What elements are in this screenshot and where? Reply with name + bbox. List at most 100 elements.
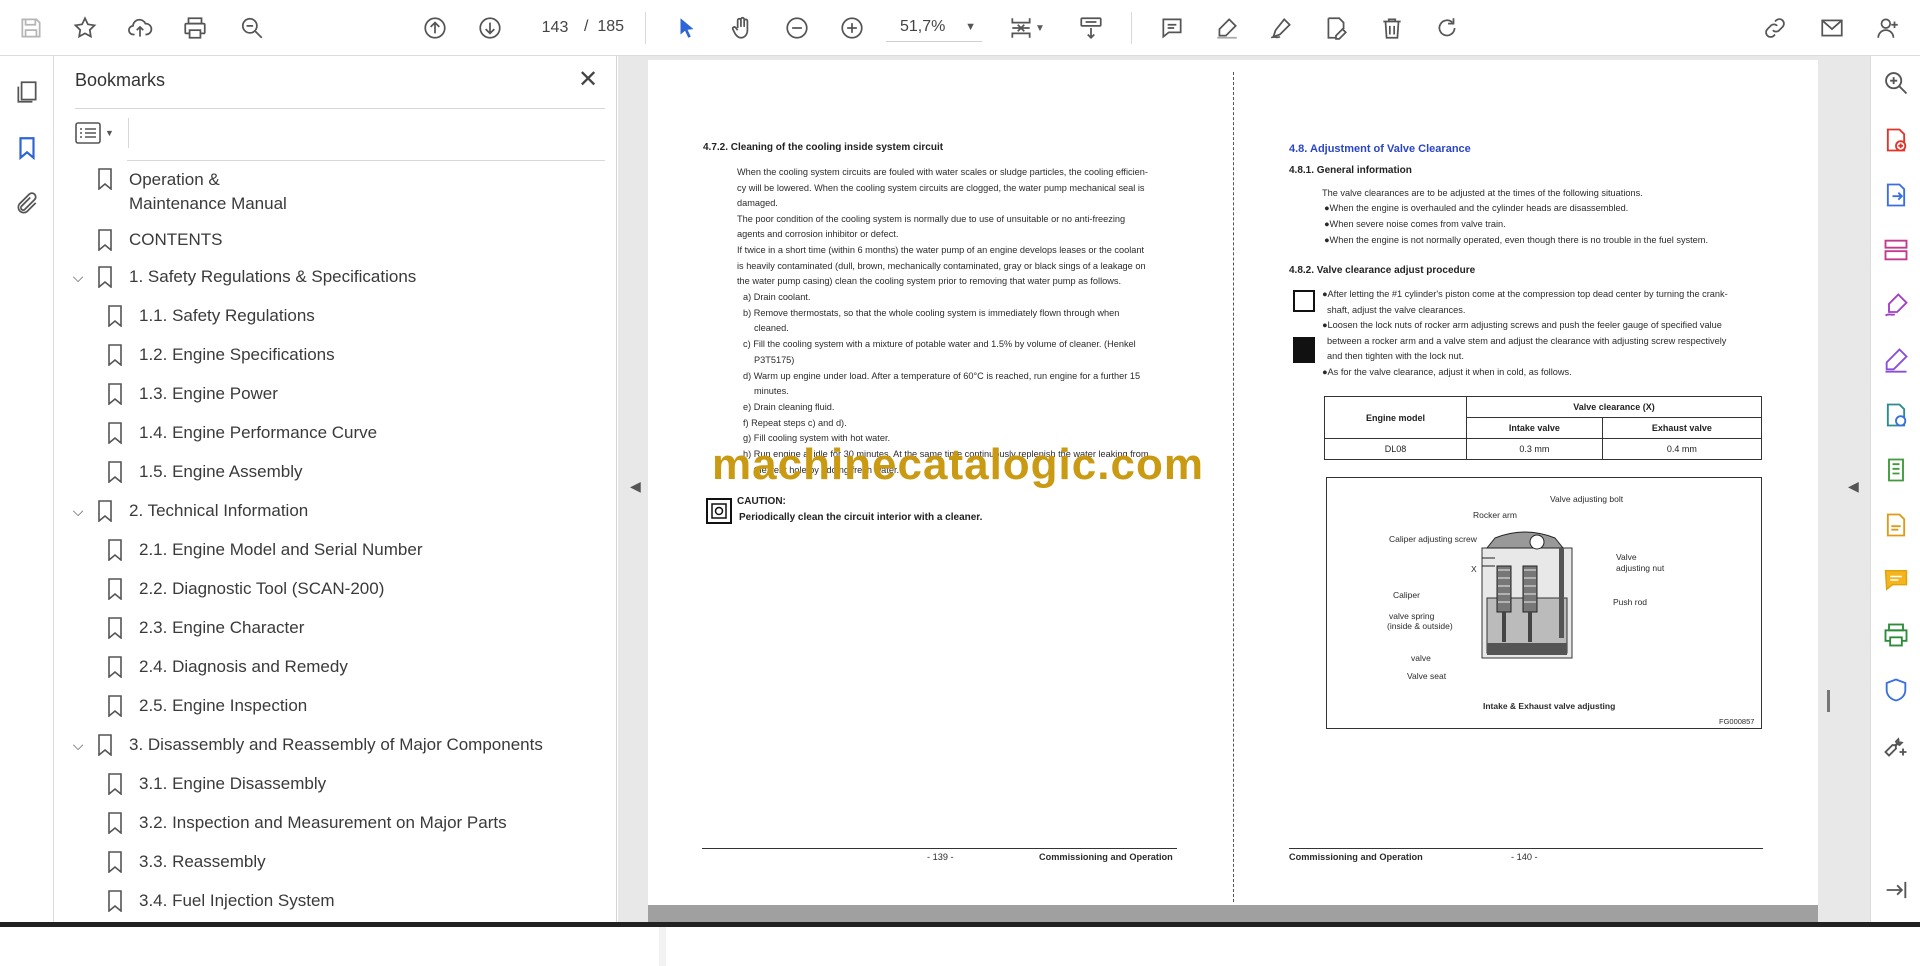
left-navigation-rail xyxy=(0,56,54,922)
create-pdf-icon[interactable] xyxy=(1880,124,1912,156)
bookmark-icon xyxy=(108,773,122,795)
page-divider xyxy=(1233,72,1234,902)
bookmark-item[interactable]: ⌵ 1. Safety Regulations & Specifications xyxy=(67,261,416,293)
hand-icon[interactable] xyxy=(727,13,757,43)
body-line: The poor condition of the cooling system… xyxy=(737,213,1126,224)
step-line: f) Repeat steps c) and d). xyxy=(743,417,847,428)
option-divider xyxy=(128,118,129,148)
export-pdf-icon[interactable] xyxy=(1880,179,1912,211)
highlight-icon[interactable] xyxy=(1212,13,1242,43)
bookmark-item[interactable]: 1.5. Engine Assembly xyxy=(87,456,302,488)
chevron-down-icon[interactable]: ⌵ xyxy=(67,737,89,754)
compress-icon[interactable] xyxy=(1880,454,1912,486)
organize-pages-icon[interactable] xyxy=(1880,234,1912,266)
bookmark-item[interactable]: 2.1. Engine Model and Serial Number xyxy=(87,534,423,566)
expand-panel-icon[interactable] xyxy=(1880,874,1912,906)
fit-page-icon[interactable] xyxy=(1006,13,1036,43)
step-line: e) Drain cleaning fluid. xyxy=(743,401,835,412)
step-line: cleaned. xyxy=(754,323,789,334)
scroll-mode-icon[interactable] xyxy=(1076,13,1106,43)
bookmark-label: 2.1. Engine Model and Serial Number xyxy=(139,540,423,559)
step-line: P3T5175) xyxy=(754,354,795,365)
bookmark-item[interactable]: 1.3. Engine Power xyxy=(87,378,278,410)
page-down-icon[interactable] xyxy=(475,13,505,43)
bookmark-item[interactable]: Operation & Maintenance Manual xyxy=(67,168,287,218)
bookmark-item[interactable]: 2.2. Diagnostic Tool (SCAN-200) xyxy=(87,573,384,605)
chevron-down-icon[interactable]: ⌵ xyxy=(67,269,89,286)
fit-dropdown-caret[interactable]: ▼ xyxy=(1033,13,1047,43)
combine-icon[interactable] xyxy=(1880,399,1912,431)
bookmark-icon[interactable] xyxy=(11,132,43,164)
figure-label: (inside & outside) xyxy=(1387,621,1453,631)
sign-icon[interactable] xyxy=(1266,13,1296,43)
edit-pdf-icon[interactable] xyxy=(1880,344,1912,376)
edit-icon[interactable] xyxy=(1321,13,1351,43)
caution-text: Periodically clean the circuit interior … xyxy=(739,512,983,523)
chevron-down-icon[interactable]: ⌵ xyxy=(67,503,89,520)
body-line: cy will be lowered. When the cooling sys… xyxy=(737,182,1145,193)
star-icon[interactable] xyxy=(70,13,100,43)
bookmark-item[interactable]: CONTENTS xyxy=(67,224,223,256)
comment-icon[interactable] xyxy=(1880,564,1912,596)
collapse-left-panel-icon[interactable]: ◀ xyxy=(630,478,641,495)
bookmark-icon xyxy=(108,851,122,873)
mail-icon[interactable] xyxy=(1817,13,1847,43)
bookmark-item[interactable]: 2.3. Engine Character xyxy=(87,612,304,644)
bookmark-item[interactable]: 3.1. Engine Disassembly xyxy=(87,768,326,800)
figure-label: Valve xyxy=(1616,552,1637,562)
bookmark-label: 2.4. Diagnosis and Remedy xyxy=(139,657,348,676)
upload-icon[interactable] xyxy=(125,13,155,43)
zoom-level-select[interactable]: 51,7% ▼ xyxy=(886,12,982,42)
share-link-icon[interactable] xyxy=(1760,13,1790,43)
zoom-in-icon[interactable] xyxy=(837,13,867,43)
select-arrow-icon[interactable] xyxy=(672,13,702,43)
account-icon[interactable] xyxy=(1873,13,1903,43)
collapse-right-panel-icon[interactable]: ◀ xyxy=(1848,478,1859,495)
bookmark-icon xyxy=(108,656,122,678)
bookmark-item[interactable]: 1.2. Engine Specifications xyxy=(87,339,335,371)
footer-rule xyxy=(1289,848,1763,849)
save-icon[interactable] xyxy=(16,13,46,43)
step-line: minutes. xyxy=(754,386,789,397)
protect-icon[interactable] xyxy=(1880,674,1912,706)
chevron-down-icon: ▼ xyxy=(965,21,976,33)
bookmark-icon xyxy=(98,734,112,756)
zoom-icon[interactable] xyxy=(1880,67,1912,99)
comment-icon[interactable] xyxy=(1157,13,1187,43)
figure-label: Caliper adjusting screw xyxy=(1389,534,1477,544)
bookmark-item[interactable]: 3.2. Inspection and Measurement on Major… xyxy=(87,807,507,839)
zoom-search-icon[interactable] xyxy=(237,13,267,43)
print-icon[interactable] xyxy=(180,13,210,43)
figure-label: adjusting nut xyxy=(1616,563,1665,573)
bookmark-item[interactable]: 1.4. Engine Performance Curve xyxy=(87,417,377,449)
bookmark-item[interactable]: 2.4. Diagnosis and Remedy xyxy=(87,651,348,683)
bookmark-item[interactable]: ⌵ 2. Technical Information xyxy=(67,495,308,527)
delete-icon[interactable] xyxy=(1377,13,1407,43)
bookmark-item[interactable]: 3.3. Reassembly xyxy=(87,846,266,878)
bookmark-icon xyxy=(108,812,122,834)
scan-icon[interactable] xyxy=(1880,509,1912,541)
close-icon[interactable]: ✕ xyxy=(575,68,601,94)
viewer-scrollbar-thumb[interactable] xyxy=(1827,690,1830,712)
bookmark-options-button[interactable]: ▼ xyxy=(75,118,121,148)
intro-text: The valve clearances are to be adjusted … xyxy=(1322,188,1643,198)
pages-icon[interactable] xyxy=(11,76,43,108)
body-line: the water pump casing) clean the cooling… xyxy=(737,276,1122,287)
bookmark-item[interactable]: ⌵ 3. Disassembly and Reassembly of Major … xyxy=(67,729,543,761)
current-page-input[interactable]: 143 xyxy=(530,12,580,42)
bookmark-icon xyxy=(108,422,122,444)
bookmark-item[interactable]: 1.1. Safety Regulations xyxy=(87,300,315,332)
rotate-icon[interactable] xyxy=(1432,13,1462,43)
print-production-icon[interactable] xyxy=(1880,619,1912,651)
valve-figure: Valve adjusting bolt Rocker arm Caliper … xyxy=(1326,477,1762,729)
more-tools-icon[interactable] xyxy=(1880,729,1912,761)
bookmark-icon xyxy=(108,695,122,717)
zoom-out-icon[interactable] xyxy=(782,13,812,43)
fill-sign-icon[interactable] xyxy=(1880,289,1912,321)
procedure-line: ●As for the valve clearance, adjust it w… xyxy=(1322,367,1572,377)
attachment-icon[interactable] xyxy=(11,188,43,220)
page-up-icon[interactable] xyxy=(420,13,450,43)
bookmark-item[interactable]: 3.4. Fuel Injection System xyxy=(87,885,335,917)
bookmark-icon xyxy=(108,461,122,483)
bookmark-item[interactable]: 2.5. Engine Inspection xyxy=(87,690,307,722)
